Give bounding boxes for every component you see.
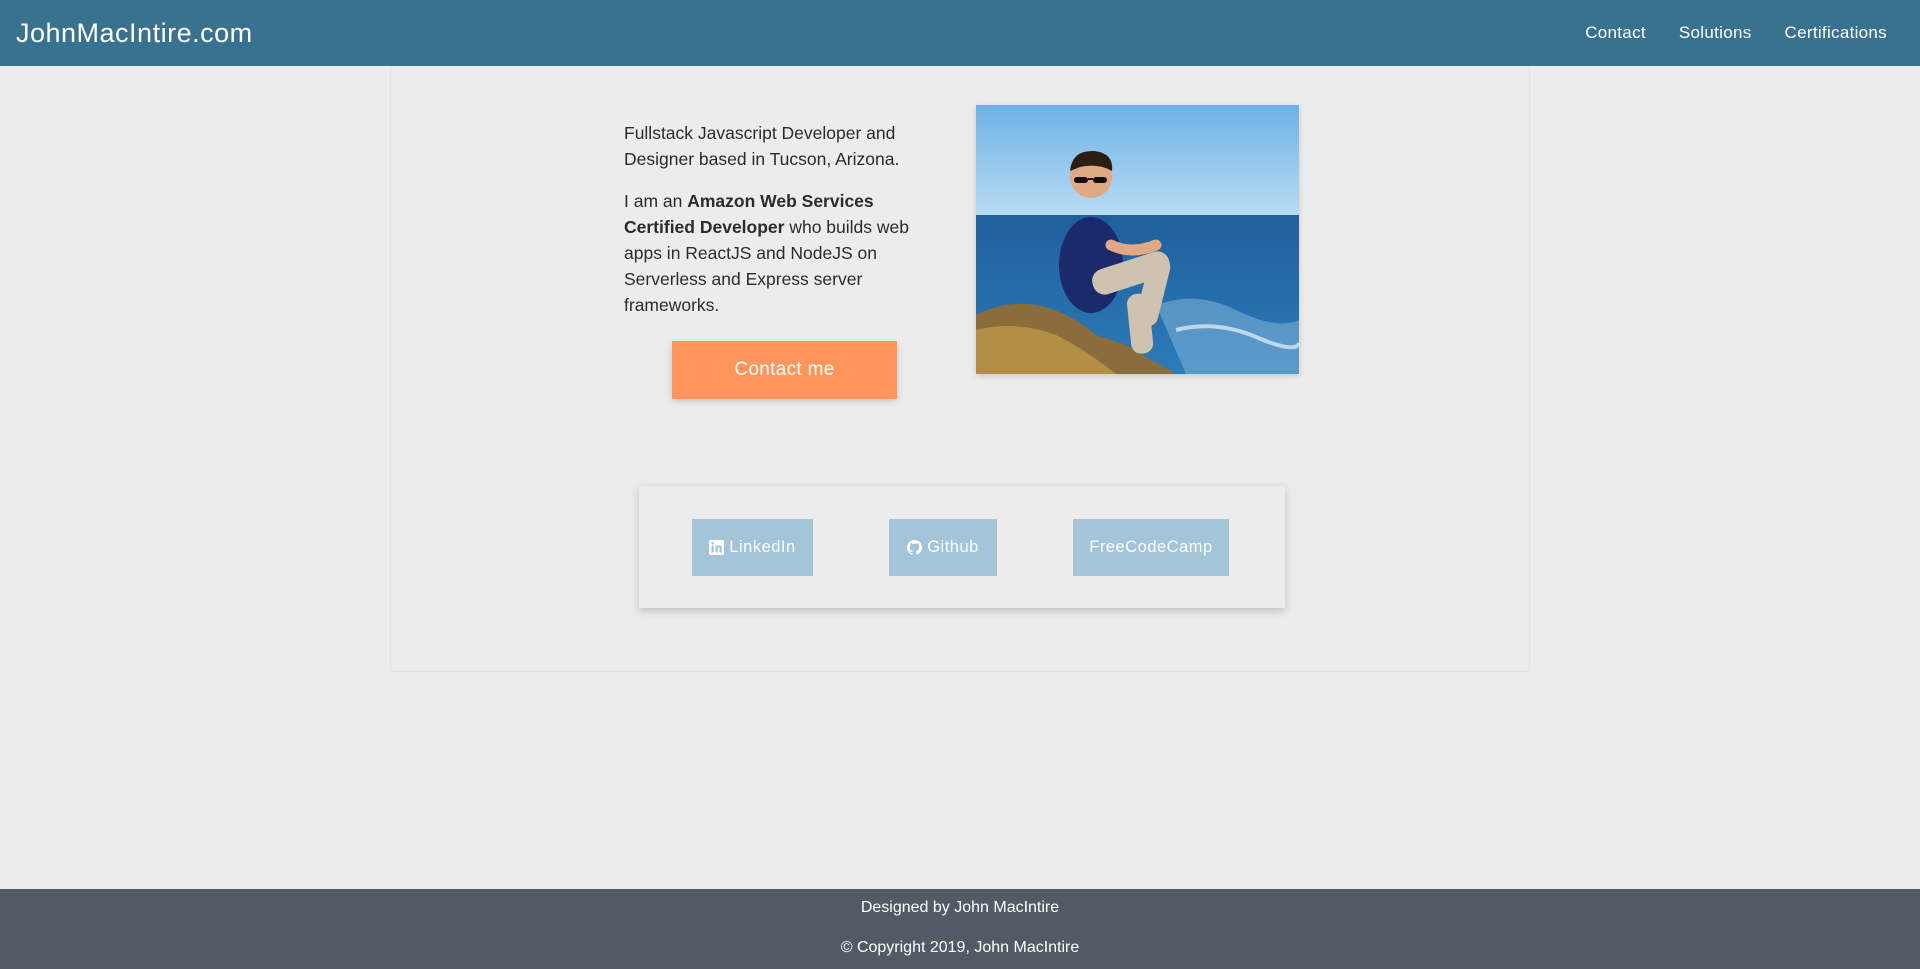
profile-photo xyxy=(976,105,1299,374)
freecodecamp-button[interactable]: FreeCodeCamp xyxy=(1073,519,1229,576)
main-nav: Contact Solutions Certifications xyxy=(1585,23,1887,43)
site-brand-link[interactable]: JohnMacIntire.com xyxy=(16,18,253,49)
nav-link-contact[interactable]: Contact xyxy=(1585,23,1646,43)
site-footer: Designed by John MacIntire © Copyright 2… xyxy=(0,889,1920,969)
social-links-card: LinkedIn Github FreeCodeCamp xyxy=(639,486,1285,608)
linkedin-icon xyxy=(709,540,725,555)
footer-copyright: © Copyright 2019, John MacIntire xyxy=(840,939,1080,956)
intro-tagline: Fullstack Javascript Developer and Desig… xyxy=(624,123,900,169)
nav-link-certifications[interactable]: Certifications xyxy=(1785,23,1887,43)
github-label: Github xyxy=(927,538,979,556)
github-icon xyxy=(907,540,923,555)
contact-me-button[interactable]: Contact me xyxy=(672,341,897,399)
nav-link-solutions[interactable]: Solutions xyxy=(1679,23,1752,43)
linkedin-label: LinkedIn xyxy=(729,538,796,556)
github-button[interactable]: Github xyxy=(889,519,997,576)
footer-designed-by: Designed by John MacIntire xyxy=(860,899,1060,916)
intro-text: Fullstack Javascript Developer and Desig… xyxy=(624,120,944,334)
intro-description-prefix: I am an xyxy=(624,191,688,211)
intro-description: I am an Amazon Web Services Certified De… xyxy=(624,188,944,318)
main-content-panel: Fullstack Javascript Developer and Desig… xyxy=(390,66,1530,672)
freecodecamp-label: FreeCodeCamp xyxy=(1089,538,1213,556)
linkedin-button[interactable]: LinkedIn xyxy=(692,519,813,576)
top-navbar: JohnMacIntire.com Contact Solutions Cert… xyxy=(0,0,1920,66)
